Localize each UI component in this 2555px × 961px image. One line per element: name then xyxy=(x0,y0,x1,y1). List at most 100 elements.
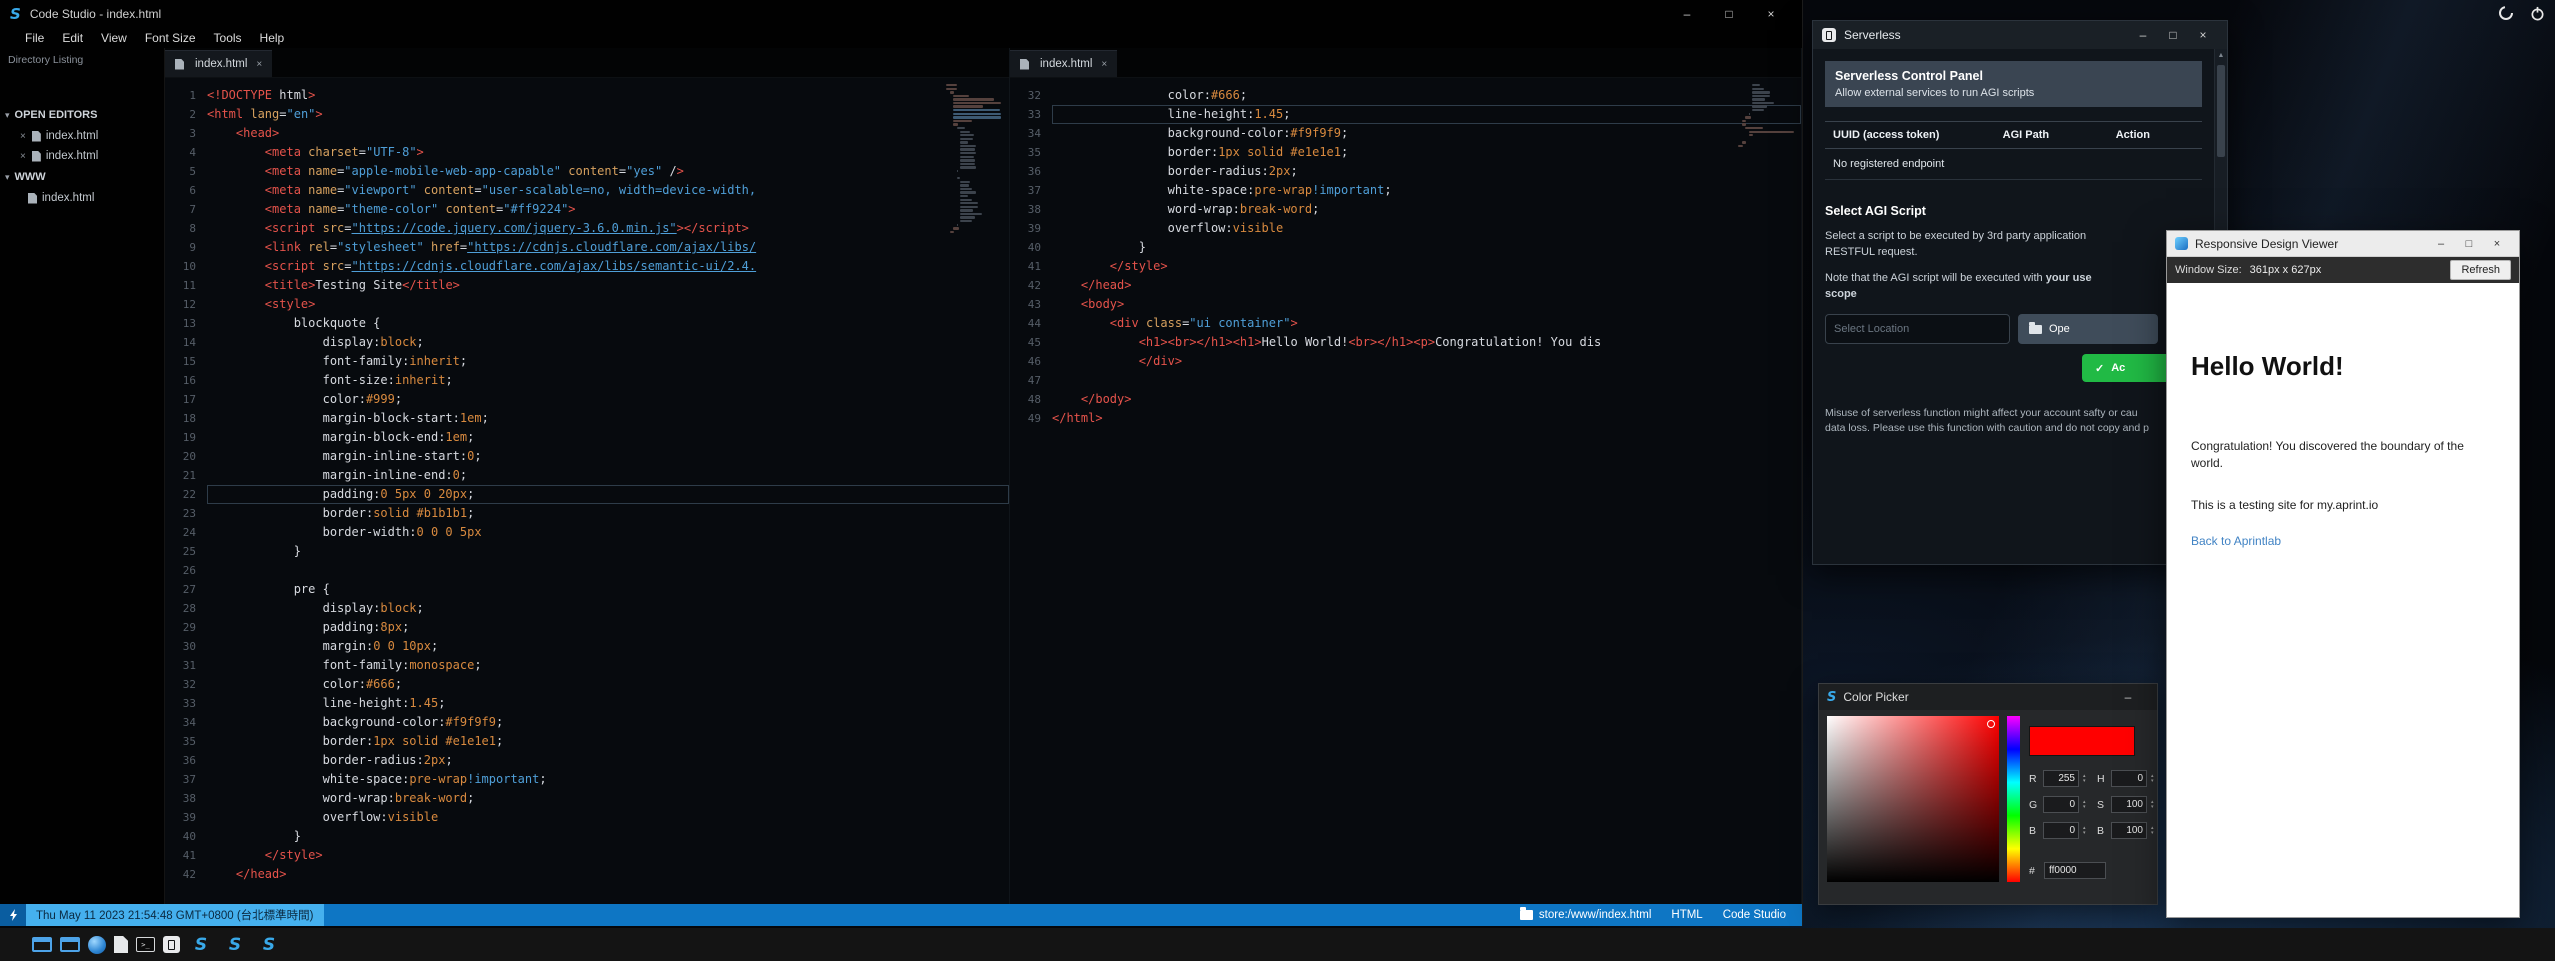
minimize-button[interactable]: – xyxy=(2427,232,2455,256)
code-studio-2-icon[interactable]: S xyxy=(222,932,248,958)
tab-index-html[interactable]: index.html × xyxy=(165,50,272,77)
code-line[interactable]: border:1px solid #e1e1e1; xyxy=(207,732,1009,751)
close-button[interactable]: × xyxy=(2188,22,2218,48)
field-input[interactable] xyxy=(2111,796,2147,813)
minimap[interactable] xyxy=(1738,84,1796,148)
code-line[interactable]: <style> xyxy=(207,295,1009,314)
field-input[interactable] xyxy=(2111,822,2147,839)
code-line[interactable]: color:#666; xyxy=(1052,86,1801,105)
code-line[interactable]: <script src="https://cdnjs.cloudflare.co… xyxy=(207,257,1009,276)
menu-font-size[interactable]: Font Size xyxy=(136,31,205,45)
menu-view[interactable]: View xyxy=(92,31,136,45)
code-line[interactable]: font-family:inherit; xyxy=(207,352,1009,371)
code-line[interactable]: display:block; xyxy=(207,599,1009,618)
code-line[interactable]: border-radius:2px; xyxy=(207,751,1009,770)
close-button[interactable]: × xyxy=(1750,0,1792,28)
app-window-icon[interactable] xyxy=(32,937,52,952)
status-language[interactable]: HTML xyxy=(1671,909,1702,921)
code-line[interactable]: display:block; xyxy=(207,333,1009,352)
serverless-app-icon[interactable] xyxy=(163,936,180,953)
code-line[interactable]: } xyxy=(207,542,1009,561)
close-icon[interactable]: × xyxy=(20,151,26,162)
code-line[interactable]: padding:0 5px 0 20px; xyxy=(207,485,1009,504)
stepper[interactable]: ▴▾ xyxy=(2083,826,2086,836)
code-line[interactable]: line-height:1.45; xyxy=(207,694,1009,713)
code-line[interactable]: </html> xyxy=(1052,409,1801,428)
code-line[interactable]: margin-block-start:1em; xyxy=(207,409,1009,428)
color-cursor[interactable] xyxy=(1987,720,1995,728)
app-window-2-icon[interactable] xyxy=(60,937,80,952)
code-line[interactable]: <link rel="stylesheet" href="https://cdn… xyxy=(207,238,1009,257)
stepper[interactable]: ▴▾ xyxy=(2151,800,2154,810)
code-studio-icon[interactable]: S xyxy=(188,932,214,958)
tab-index-html[interactable]: index.html × xyxy=(1010,50,1117,77)
maximize-button[interactable]: □ xyxy=(2455,232,2483,256)
code-line[interactable]: </head> xyxy=(207,865,1009,884)
field-input[interactable] xyxy=(2043,796,2079,813)
code-line[interactable]: </head> xyxy=(1052,276,1801,295)
code-line[interactable]: </style> xyxy=(1052,257,1801,276)
code-line[interactable]: color:#666; xyxy=(207,675,1009,694)
code-editor[interactable]: 323334353637383940414243444546474849 col… xyxy=(1010,78,1801,904)
code-line[interactable]: background-color:#f9f9f9; xyxy=(207,713,1009,732)
code-line[interactable]: } xyxy=(207,827,1009,846)
hex-input[interactable] xyxy=(2044,862,2106,879)
section-www[interactable]: ▾WWW xyxy=(0,166,164,188)
field-input[interactable] xyxy=(2043,822,2079,839)
code-line[interactable]: overflow:visible xyxy=(207,808,1009,827)
maximize-button[interactable]: □ xyxy=(1708,0,1750,28)
field-input[interactable] xyxy=(2111,770,2147,787)
minimize-button[interactable]: – xyxy=(2128,22,2158,48)
close-icon[interactable]: × xyxy=(20,131,26,142)
section-open-editors[interactable]: ▾OPEN EDITORS xyxy=(0,104,164,126)
tab-close-icon[interactable]: × xyxy=(1101,59,1107,70)
stepper[interactable]: ▴▾ xyxy=(2083,800,2086,810)
code-line[interactable]: <meta name="apple-mobile-web-app-capable… xyxy=(207,162,1009,181)
code-line[interactable]: margin-block-end:1em; xyxy=(207,428,1009,447)
code-line[interactable]: } xyxy=(1052,238,1801,257)
code-line[interactable]: <html lang="en"> xyxy=(207,105,1009,124)
open-button[interactable]: Ope xyxy=(2018,314,2158,344)
title-bar[interactable]: Responsive Design Viewer – □ × xyxy=(2167,231,2519,257)
new-color-swatch[interactable] xyxy=(2030,727,2082,755)
menu-edit[interactable]: Edit xyxy=(53,31,92,45)
minimize-button[interactable]: – xyxy=(1666,0,1708,28)
hue-slider[interactable] xyxy=(2007,716,2020,882)
code-content[interactable]: <!DOCTYPE html><html lang="en"> <head> <… xyxy=(207,78,1009,904)
code-line[interactable]: border-width:0 0 0 5px xyxy=(207,523,1009,542)
scrollbar-thumb[interactable] xyxy=(2217,65,2225,157)
menu-help[interactable]: Help xyxy=(251,31,294,45)
code-line[interactable]: margin:0 0 10px; xyxy=(207,637,1009,656)
code-line[interactable]: overflow:visible xyxy=(1052,219,1801,238)
status-file[interactable]: store:/www/index.html xyxy=(1520,909,1651,921)
code-line[interactable]: <!DOCTYPE html> xyxy=(207,86,1009,105)
sidebar-item-index-html[interactable]: ×index.html xyxy=(0,126,164,146)
code-line[interactable]: <div class="ui container"> xyxy=(1052,314,1801,333)
code-line[interactable]: margin-inline-end:0; xyxy=(207,466,1009,485)
code-line[interactable]: word-wrap:break-word; xyxy=(1052,200,1801,219)
code-line[interactable]: </style> xyxy=(207,846,1009,865)
power-icon[interactable] xyxy=(2530,6,2545,26)
saturation-value-area[interactable] xyxy=(1827,716,1999,882)
code-line[interactable]: font-size:inherit; xyxy=(207,371,1009,390)
browser-icon[interactable] xyxy=(88,936,106,954)
back-to-aprintlab-link[interactable]: Back to Aprintlab xyxy=(2191,534,2281,548)
code-studio-3-icon[interactable]: S xyxy=(256,932,282,958)
code-line[interactable]: <meta name="theme-color" content="#ff922… xyxy=(207,200,1009,219)
menu-tools[interactable]: Tools xyxy=(205,31,251,45)
sidebar-item-index-html[interactable]: ×index.html xyxy=(0,146,164,166)
tab-close-icon[interactable]: × xyxy=(256,59,262,70)
terminal-icon[interactable]: >_ xyxy=(136,937,155,952)
minimize-button[interactable]: – xyxy=(2107,683,2149,711)
code-line[interactable]: </body> xyxy=(1052,390,1801,409)
code-line[interactable] xyxy=(207,561,1009,580)
refresh-button[interactable]: Refresh xyxy=(2450,260,2511,280)
code-line[interactable]: <head> xyxy=(207,124,1009,143)
close-button[interactable]: × xyxy=(2483,232,2511,256)
loading-spinner-icon[interactable] xyxy=(2498,5,2514,26)
code-editor[interactable]: 1234567891011121314151617181920212223242… xyxy=(165,78,1009,904)
code-line[interactable]: line-height:1.45; xyxy=(1052,105,1801,124)
code-line[interactable]: color:#999; xyxy=(207,390,1009,409)
code-line[interactable]: </div> xyxy=(1052,352,1801,371)
code-line[interactable]: <h1><br></h1><h1>Hello World!<br></h1><p… xyxy=(1052,333,1801,352)
